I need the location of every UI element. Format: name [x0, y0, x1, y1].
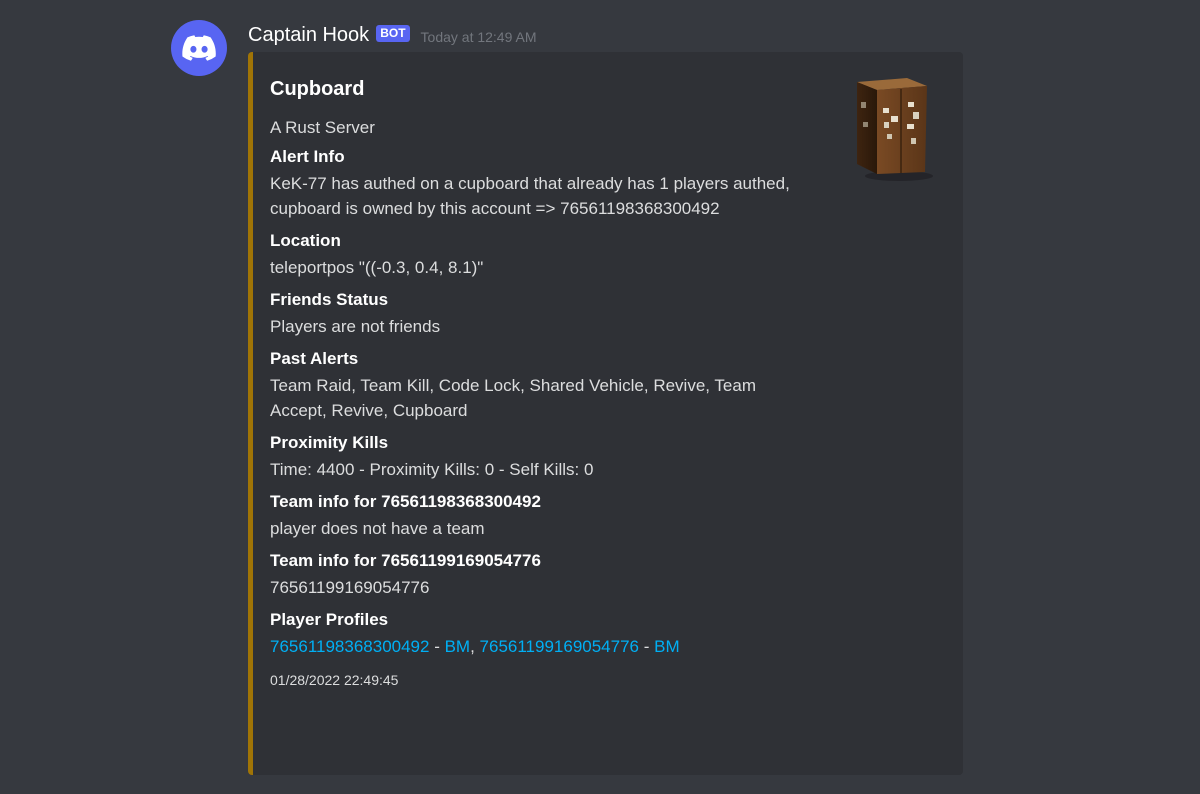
field-value: Team Raid, Team Kill, Code Lock, Shared … [270, 376, 757, 420]
profile-link-steam-2[interactable]: 76561199169054776 [480, 637, 639, 656]
chat-message: Captain Hook BOT Today at 12:49 AM Cupbo… [0, 0, 1200, 794]
field-name: Alert Info [270, 147, 345, 166]
embed-card: Cupboard A Rust Server Alert Info KeK-77… [248, 52, 963, 775]
embed-description: A Rust Server [270, 118, 375, 137]
discord-logo-icon [182, 35, 216, 61]
field-value: teleportpos "((-0.3, 0.4, 8.1)" [270, 258, 484, 277]
embed-field: Past Alerts Team Raid, Team Kill, Code L… [270, 348, 790, 423]
field-value: Players are not friends [270, 317, 441, 336]
profile-link-bm-2[interactable]: BM [654, 637, 680, 656]
embed-field: Team info for 76561198368300492 player d… [270, 491, 790, 541]
separator: - [429, 637, 445, 656]
profile-link-steam-1[interactable]: 76561198368300492 [270, 637, 429, 656]
embed-field-profiles: Player Profiles 76561198368300492 - BM, … [270, 609, 790, 659]
field-name: Team info for 76561198368300492 [270, 492, 541, 511]
avatar[interactable] [171, 20, 227, 76]
profile-link-bm-1[interactable]: BM [445, 637, 471, 656]
field-name: Player Profiles [270, 610, 389, 629]
separator: , [470, 637, 480, 656]
message-header: Captain Hook BOT Today at 12:49 AM [248, 22, 537, 48]
field-value: 76561198368300492 - BM, 7656119916905477… [270, 634, 790, 659]
field-name: Team info for 76561199169054776 [270, 551, 541, 570]
field-name: Friends Status [270, 290, 389, 309]
field-value: 76561199169054776 [270, 578, 430, 597]
message-timestamp: Today at 12:49 AM [420, 29, 537, 45]
bot-badge: BOT [376, 24, 410, 42]
embed-field: Friends Status Players are not friends [270, 289, 790, 339]
field-value: Time: 4400 - Proximity Kills: 0 - Self K… [270, 460, 594, 479]
author-name[interactable]: Captain Hook [248, 24, 369, 47]
separator: - [639, 637, 655, 656]
cupboard-image[interactable] [851, 72, 941, 182]
embed-field: Team info for 76561199169054776 76561199… [270, 550, 790, 600]
embed-footer-timestamp: 01/28/2022 22:49:45 [270, 672, 399, 688]
field-name: Past Alerts [270, 349, 359, 368]
embed-field: Alert Info KeK-77 has authed on a cupboa… [270, 146, 790, 221]
embed-title: Cupboard [270, 78, 365, 100]
field-value: player does not have a team [270, 519, 485, 538]
field-name: Proximity Kills [270, 433, 389, 452]
field-name: Location [270, 231, 341, 250]
field-value: KeK-77 has authed on a cupboard that alr… [270, 174, 790, 218]
embed-field: Proximity Kills Time: 4400 - Proximity K… [270, 432, 790, 482]
embed-field: Location teleportpos "((-0.3, 0.4, 8.1)" [270, 230, 790, 280]
embed-content: Cupboard A Rust Server Alert Info KeK-77… [270, 77, 790, 689]
